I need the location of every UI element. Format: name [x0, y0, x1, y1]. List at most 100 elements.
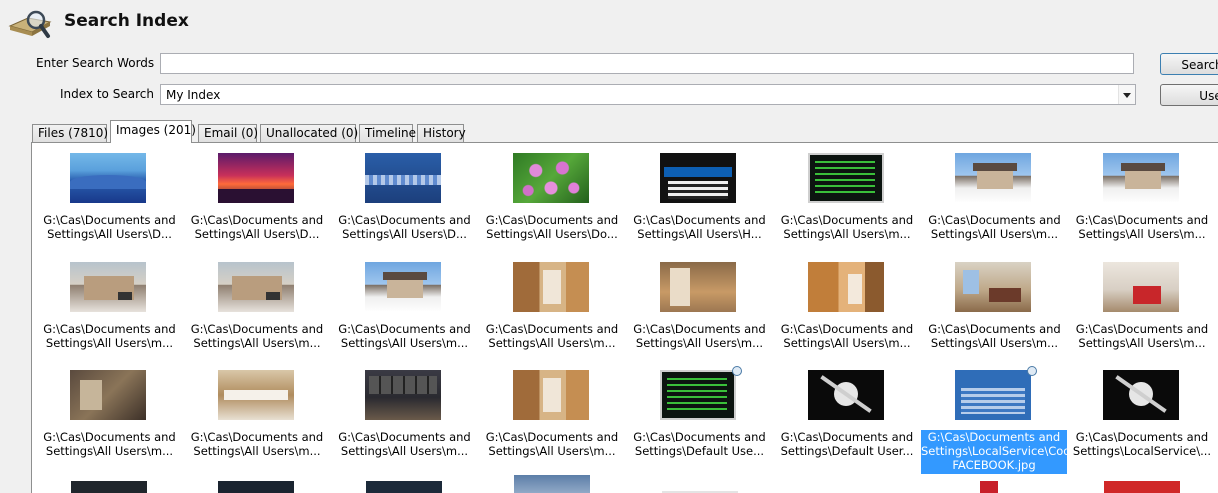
image-result-item[interactable]: G:\Cas\Documents and Settings\All Users\H… — [627, 143, 772, 247]
caption-line: G:\Cas\Documents and — [190, 321, 324, 336]
image-path-caption: G:\Cas\Documents and Settings\All Users\m… — [922, 213, 1067, 241]
image-path-caption: G:\Cas\Documents and Settings\All Users\m… — [480, 322, 625, 350]
caption-line: G:\Cas\Documents and — [485, 213, 619, 227]
image-thumbnail[interactable] — [365, 370, 441, 420]
image-path-caption: G:\Cas\Documents and Settings\All Users\m… — [37, 430, 182, 458]
image-result-item[interactable]: G:\Cas\Documents and Settings\All Users\m… — [775, 143, 920, 247]
image-thumbnail[interactable] — [807, 153, 884, 203]
image-result-item[interactable]: G:\Cas\Documents and Settings\All Users\m… — [922, 143, 1067, 247]
caption-line: Settings\All Users\m... — [193, 335, 321, 350]
image-path-caption: G:\Cas\Documents and Settings\All Users\m… — [775, 213, 920, 241]
image-path-caption: G:\Cas\Documents and Settings\All Users\m… — [922, 322, 1067, 350]
image-thumbnail[interactable] — [365, 153, 441, 203]
search-button[interactable]: Search — [1160, 53, 1218, 75]
image-thumbnail[interactable] — [807, 261, 884, 312]
image-thumbnail[interactable] — [955, 370, 1031, 420]
search-words-input[interactable] — [160, 53, 1134, 74]
caption-line: G:\Cas\Documents and — [633, 430, 766, 444]
tab-history[interactable]: History — [417, 124, 466, 142]
image-path-caption: G:\Cas\Documents and Settings\All Users\D… — [332, 213, 477, 241]
image-result-item[interactable]: G:\Cas\Documents and Settings\All Users\m… — [37, 252, 182, 356]
image-thumbnail[interactable] — [217, 370, 294, 420]
caption-line: Settings\All Users\m... — [488, 444, 616, 458]
image-thumbnail[interactable] — [1102, 370, 1179, 420]
tab-timeline[interactable]: Timeline — [359, 124, 416, 142]
image-result-item[interactable]: G:\Cas\Documents and Settings\All Users\m… — [627, 252, 772, 356]
caption-line: G:\Cas\Documents and — [780, 321, 914, 336]
magnifier-over-book-icon — [8, 10, 52, 38]
image-thumbnail[interactable] — [955, 153, 1031, 203]
image-thumbnail[interactable] — [512, 153, 589, 203]
caption-line: Settings\All Users\D... — [47, 227, 172, 241]
image-result-item[interactable]: G:\Cas\Documents and Settings\All Users\D… — [480, 143, 625, 247]
thumbnail-partial[interactable] — [980, 481, 998, 493]
image-thumbnail[interactable] — [660, 153, 736, 203]
image-result-item[interactable]: G:\Cas\Documents and Settings\All Users\D… — [37, 143, 182, 247]
tab-unallocated[interactable]: Unallocated (0) — [260, 124, 358, 142]
image-thumbnail[interactable] — [70, 370, 146, 420]
header: Search Index — [0, 0, 1218, 44]
caption-line: Settings\LocalService\Cookies\HACKER FAC… — [921, 444, 1145, 472]
caption-line: Settings\All Users\m... — [1078, 227, 1206, 241]
image-thumbnail[interactable] — [1102, 261, 1179, 312]
chevron-down-icon[interactable] — [1118, 85, 1135, 104]
image-result-item[interactable]: G:\Cas\Documents and Settings\All Users\m… — [922, 252, 1067, 356]
image-path-caption: G:\Cas\Documents and Settings\All Users\m… — [332, 322, 477, 350]
image-thumbnail[interactable] — [660, 370, 736, 420]
caption-line: G:\Cas\Documents and — [780, 430, 914, 444]
image-thumbnail[interactable] — [217, 261, 294, 312]
image-result-item[interactable]: G:\Cas\Documents and Settings\All Users\m… — [480, 252, 625, 356]
image-thumbnail[interactable] — [807, 370, 884, 420]
thumbnail-partial[interactable] — [218, 481, 294, 493]
image-path-caption: G:\Cas\Documents and Settings\All Users\m… — [37, 322, 182, 350]
use-button[interactable]: Use — [1160, 84, 1218, 106]
image-result-item[interactable]: G:\Cas\Documents and Settings\All Users\m… — [480, 360, 625, 464]
image-thumbnail[interactable] — [512, 370, 589, 420]
caption-line: G:\Cas\Documents and — [1075, 430, 1209, 444]
image-result-item[interactable]: G:\Cas\Documents and Settings\LocalServic… — [1070, 360, 1215, 464]
thumbnail-partial[interactable] — [366, 481, 442, 493]
image-path-caption: G:\Cas\Documents and Settings\All Users\m… — [332, 430, 477, 458]
caption-line: G:\Cas\Documents and — [338, 321, 471, 336]
image-result-item[interactable]: G:\Cas\Documents and Settings\All Users\m… — [332, 360, 477, 464]
thumbnail-partial[interactable] — [71, 481, 147, 493]
image-thumbnail[interactable] — [70, 261, 146, 312]
caption-line: G:\Cas\Documents and — [190, 213, 324, 227]
caption-line: Settings\All Users\D... — [342, 227, 467, 241]
image-path-caption: G:\Cas\Documents and Settings\All Users\D… — [37, 213, 182, 241]
image-thumbnail[interactable] — [365, 261, 441, 312]
image-result-item[interactable]: G:\Cas\Documents and Settings\All Users\m… — [185, 252, 330, 356]
search-words-label: Enter Search Words — [36, 56, 155, 70]
thumbnail-partial[interactable] — [514, 475, 590, 493]
image-result-item[interactable]: G:\Cas\Documents and Settings\All Users\m… — [37, 360, 182, 464]
caption-line: Settings\All Users\H... — [637, 227, 762, 241]
caption-line: G:\Cas\Documents and — [43, 430, 176, 444]
image-result-item[interactable]: G:\Cas\Documents and Settings\Default Use… — [627, 360, 772, 464]
index-select[interactable]: My Index — [160, 84, 1136, 105]
image-result-item[interactable]: G:\Cas\Documents and Settings\All Users\m… — [1070, 252, 1215, 356]
caption-line: Settings\All Users\m... — [340, 335, 469, 350]
tab-email[interactable]: Email (0) — [198, 124, 258, 142]
image-result-item[interactable]: G:\Cas\Documents and Settings\All Users\m… — [1070, 143, 1215, 247]
image-result-item[interactable]: G:\Cas\Documents and Settings\LocalServic… — [921, 360, 1144, 474]
image-path-caption: G:\Cas\Documents and Settings\All Users\D… — [185, 213, 330, 241]
image-thumbnail[interactable] — [217, 153, 294, 203]
image-result-item[interactable]: G:\Cas\Documents and Settings\Default Use… — [775, 360, 920, 464]
image-results-grid[interactable]: G:\Cas\Documents and Settings\All Users\D… — [31, 142, 1218, 493]
tab-images[interactable]: Images (201) — [110, 120, 196, 143]
image-result-item[interactable]: G:\Cas\Documents and Settings\All Users\D… — [185, 143, 330, 247]
image-result-item[interactable]: G:\Cas\Documents and Settings\All Users\D… — [332, 143, 477, 247]
image-thumbnail[interactable] — [955, 261, 1031, 312]
page-title: Search Index — [64, 11, 189, 31]
image-result-item[interactable]: G:\Cas\Documents and Settings\All Users\m… — [185, 360, 330, 464]
image-path-caption: G:\Cas\Documents and Settings\All Users\m… — [627, 322, 772, 350]
image-thumbnail[interactable] — [70, 153, 146, 203]
image-result-item[interactable]: G:\Cas\Documents and Settings\All Users\m… — [775, 252, 920, 356]
caption-line: Settings\All Users\m... — [488, 335, 616, 350]
image-thumbnail[interactable] — [1102, 153, 1179, 203]
image-thumbnail[interactable] — [512, 261, 589, 312]
thumbnail-partial[interactable] — [1104, 481, 1180, 493]
tab-files[interactable]: Files (7810) — [32, 124, 108, 142]
image-thumbnail[interactable] — [660, 261, 736, 312]
image-result-item[interactable]: G:\Cas\Documents and Settings\All Users\m… — [332, 252, 477, 356]
